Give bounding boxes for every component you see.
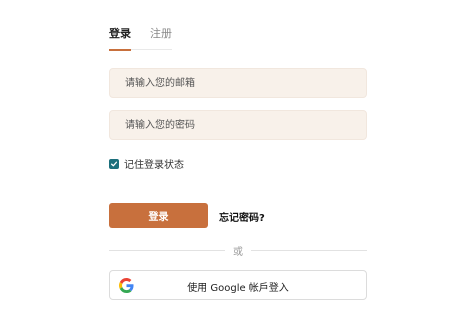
google-signin-button[interactable]: 使用 Google 帐戶登入 (109, 270, 367, 300)
password-field-wrapper (109, 110, 367, 140)
email-field[interactable] (110, 69, 366, 97)
login-button[interactable]: 登录 (109, 203, 208, 228)
tab-login[interactable]: 登录 (109, 27, 131, 51)
or-divider: 或 (109, 244, 367, 258)
divider-line-left (109, 250, 225, 251)
remember-me: 记住登录状态 (109, 156, 184, 171)
remember-checkbox[interactable] (109, 158, 119, 169)
tab-register[interactable]: 注册 (150, 27, 172, 49)
email-field-wrapper (109, 68, 367, 98)
check-icon (110, 161, 118, 166)
forgot-password-link[interactable]: 忘记密码? (219, 209, 265, 224)
google-signin-label: 使用 Google 帐戶登入 (187, 283, 289, 294)
remember-label: 记住登录状态 (124, 160, 184, 171)
auth-tabs: 登录 注册 (109, 27, 172, 51)
divider-line-right (251, 250, 367, 251)
divider-text: 或 (233, 247, 243, 258)
password-field[interactable] (110, 111, 366, 139)
